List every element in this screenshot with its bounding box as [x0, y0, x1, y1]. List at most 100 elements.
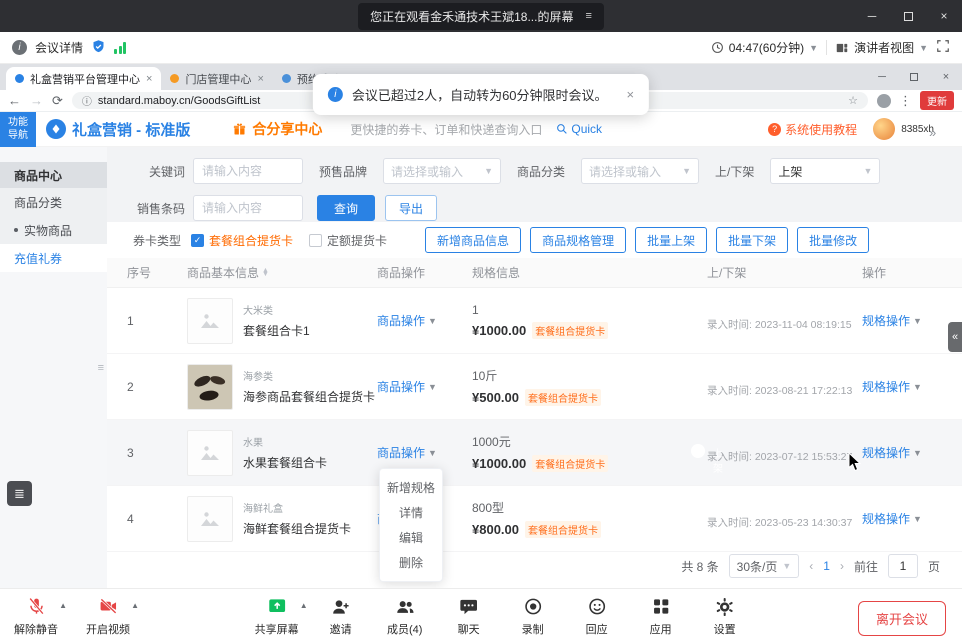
tutorial-link[interactable]: ? 系统使用教程 [768, 121, 857, 138]
sidebar-item-gift-vouchers[interactable]: 充值礼券 [0, 244, 107, 272]
menu-dots-icon[interactable]: ⋮ [899, 93, 912, 109]
fullscreen-icon[interactable] [936, 39, 950, 56]
browser-close-button[interactable]: × [930, 64, 962, 90]
product-op-dropdown-open[interactable]: 商品操作▼ [377, 444, 472, 461]
leave-meeting-button[interactable]: 离开会议 [858, 601, 946, 636]
browser-maximize-button[interactable] [898, 64, 930, 90]
right-collapse-tab[interactable]: « [948, 322, 962, 352]
quick-search-link[interactable]: Quick [556, 122, 602, 136]
clock-icon [711, 41, 724, 54]
meeting-timer[interactable]: 04:47(60分钟) ▼ [711, 39, 818, 56]
sidebar-section-product-center[interactable]: 商品中心 [0, 162, 107, 188]
share-screen-button[interactable]: 共享屏幕 ▲ [255, 595, 299, 637]
header-info[interactable]: 商品基本信息 ▲▼ [187, 264, 377, 281]
chat-button[interactable]: 聊天 [447, 595, 491, 637]
floating-list-button[interactable]: ≣ [7, 481, 32, 506]
chevron-up-icon[interactable]: ▲ [300, 601, 308, 610]
menu-item-edit[interactable]: 编辑 [380, 525, 442, 550]
tab-close-icon[interactable]: × [257, 73, 263, 85]
brand-select[interactable]: 请选择或输入▼ [383, 158, 501, 184]
bullet-icon [14, 228, 18, 232]
current-page[interactable]: 1 [823, 559, 830, 573]
hamburger-menu-icon[interactable]: ≡ [585, 10, 591, 22]
export-button[interactable]: 导出 [385, 195, 437, 221]
addressbar-right: ⋮ 更新 [877, 91, 954, 110]
network-signal-icon [114, 42, 126, 54]
bookmark-star-icon[interactable]: ☆ [848, 94, 858, 107]
meeting-details-link[interactable]: 会议详情 [35, 39, 83, 56]
sidebar-item-categories[interactable]: 商品分类 [0, 188, 107, 216]
minimize-button[interactable]: ─ [854, 0, 890, 32]
batch-onshelf-button[interactable]: 批量上架 [635, 227, 707, 253]
site-info-icon[interactable]: ⓘ [82, 93, 92, 108]
menu-item-details[interactable]: 详情 [380, 500, 442, 525]
back-icon[interactable]: ← [8, 93, 21, 108]
page-size-select[interactable]: 30条/页▼ [729, 554, 800, 578]
close-button[interactable]: × [926, 0, 962, 32]
product-category: 海参类 [243, 368, 375, 383]
checkbox-combo-card[interactable]: ✓ 套餐组合提货卡 [191, 232, 293, 249]
table-row: 3 水果 水果套餐组合卡 商品操作▼ 1000元 ¥1000.00 套餐组合提货… [107, 420, 962, 486]
notification-close-icon[interactable]: × [627, 87, 635, 102]
barcode-input[interactable] [193, 195, 303, 221]
refresh-icon[interactable]: ⟳ [52, 93, 63, 109]
view-mode-selector[interactable]: 演讲者视图 ▼ [835, 39, 928, 56]
meeting-topbar-right: 04:47(60分钟) ▼ 演讲者视图 ▼ [711, 39, 950, 56]
share-center-link[interactable]: 合分享中心 [232, 119, 322, 139]
next-page-icon[interactable]: › [840, 559, 844, 573]
category-select[interactable]: 请选择或输入▼ [581, 158, 699, 184]
spec-op-dropdown[interactable]: 规格操作▼ [862, 378, 962, 395]
spec-op-dropdown[interactable]: 规格操作▼ [862, 444, 962, 461]
profile-icon[interactable] [877, 94, 891, 108]
spec-op-dropdown[interactable]: 规格操作▼ [862, 312, 962, 329]
product-name: 水果套餐组合卡 [243, 454, 327, 471]
menu-item-add-spec[interactable]: 新增规格 [380, 475, 442, 500]
maximize-button[interactable] [890, 0, 926, 32]
menu-item-delete[interactable]: 删除 [380, 550, 442, 575]
gift-icon [232, 122, 247, 137]
chevron-up-icon[interactable]: ▲ [131, 601, 139, 610]
keyword-input[interactable] [193, 158, 303, 184]
spec-qty: 1 [472, 303, 707, 317]
function-nav-tab[interactable]: 功能 导航 [0, 112, 36, 147]
apps-button[interactable]: 应用 [639, 595, 683, 637]
product-name: 海鲜套餐组合提货卡 [243, 520, 351, 537]
batch-edit-button[interactable]: 批量修改 [797, 227, 869, 253]
user-avatar[interactable] [873, 118, 895, 140]
product-op-dropdown[interactable]: 商品操作▼ [377, 378, 472, 395]
goto-page-input[interactable] [888, 554, 918, 578]
record-button[interactable]: 录制 [511, 595, 555, 637]
settings-button[interactable]: 设置 [703, 595, 747, 637]
chevron-down-icon: ▼ [809, 43, 818, 53]
chevron-up-icon[interactable]: ▲ [59, 601, 67, 610]
update-badge[interactable]: 更新 [920, 91, 954, 110]
unmute-button[interactable]: 解除静音 ▲ [14, 595, 58, 637]
browser-tab[interactable]: 门店管理中心 × [161, 67, 272, 90]
add-product-button[interactable]: 新增商品信息 [425, 227, 521, 253]
members-button[interactable]: 成员(4) [383, 595, 427, 637]
sidebar-collapse-handle[interactable]: ≡ [98, 362, 104, 374]
browser-tab-active[interactable]: 礼盒营销平台管理中心 × [6, 67, 161, 90]
checkbox-fixed-card[interactable]: 定额提货卡 [309, 232, 387, 249]
logo-icon [46, 119, 66, 139]
shelf-select[interactable]: 上架▼ [770, 158, 880, 184]
browser-minimize-button[interactable]: ─ [866, 64, 898, 90]
reactions-button[interactable]: 回应 [575, 595, 619, 637]
query-button[interactable]: 查询 [317, 195, 375, 221]
start-video-button[interactable]: 开启视频 ▲ [86, 595, 130, 637]
spec-manage-button[interactable]: 商品规格管理 [530, 227, 626, 253]
header-op: 操作 [862, 264, 962, 281]
prev-page-icon[interactable]: ‹ [809, 559, 813, 573]
batch-offshelf-button[interactable]: 批量下架 [716, 227, 788, 253]
spec-op-dropdown[interactable]: 规格操作▼ [862, 510, 962, 527]
tab-close-icon[interactable]: × [146, 73, 152, 85]
forward-icon[interactable]: → [30, 93, 43, 108]
product-op-dropdown[interactable]: 商品操作▼ [377, 312, 472, 329]
panel-collapse-icon[interactable]: » [929, 125, 936, 140]
invite-button[interactable]: 邀请 [319, 595, 363, 637]
sidebar-item-physical-goods[interactable]: 实物商品 [0, 216, 107, 244]
row-index: 4 [127, 512, 187, 526]
header-no: 序号 [127, 264, 187, 281]
sort-icon[interactable]: ▲▼ [262, 269, 269, 277]
checkbox-checked-icon: ✓ [191, 234, 204, 247]
